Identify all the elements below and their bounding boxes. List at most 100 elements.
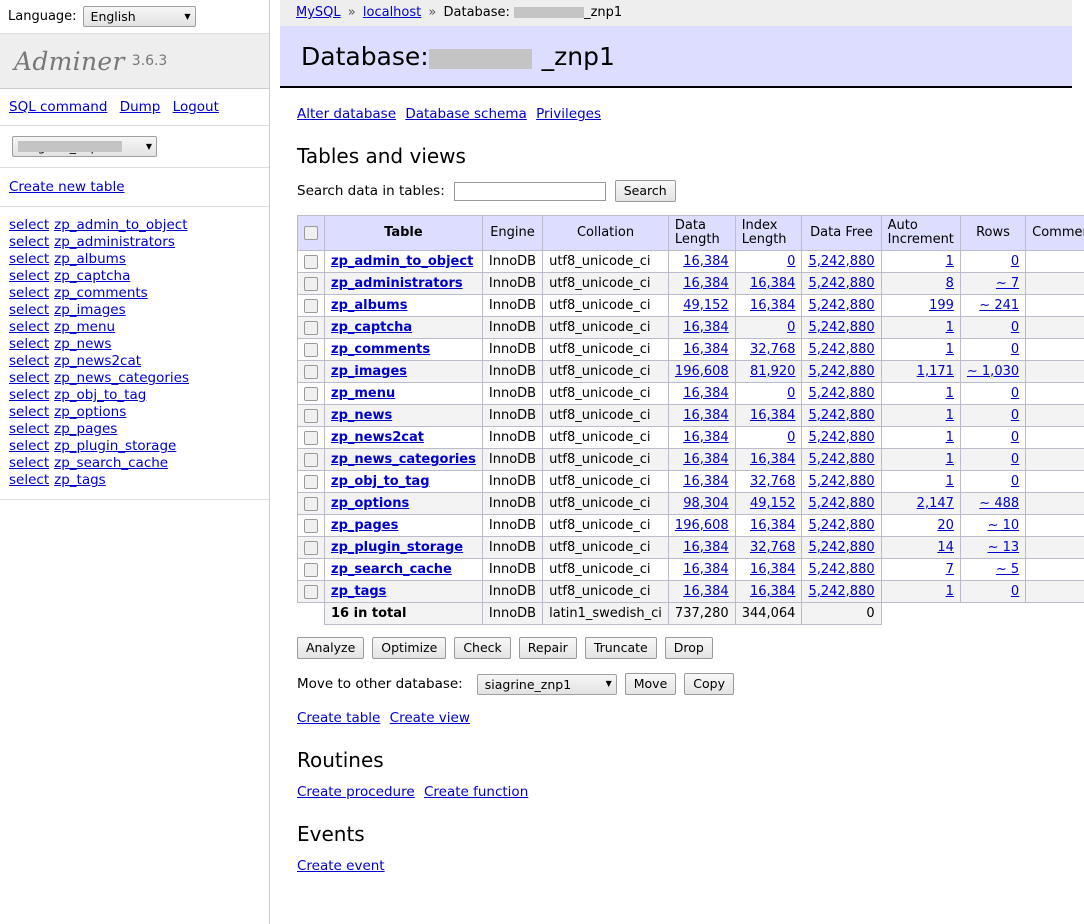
- row-checkbox[interactable]: [304, 540, 318, 555]
- table-name-link[interactable]: zp_obj_to_tag: [331, 474, 430, 489]
- sidebar-select-link[interactable]: select: [9, 438, 49, 454]
- table-data-free-link[interactable]: 5,242,880: [808, 298, 874, 313]
- table-rows-link[interactable]: ~ 488: [979, 496, 1019, 511]
- sidebar-table-link[interactable]: zp_comments: [54, 285, 148, 301]
- table-index-length-link[interactable]: 32,768: [750, 474, 796, 489]
- sidebar-table-link[interactable]: zp_menu: [54, 319, 115, 335]
- table-name-link[interactable]: zp_administrators: [331, 276, 463, 291]
- table-index-length-link[interactable]: 0: [787, 254, 795, 269]
- sidebar-select-link[interactable]: select: [9, 404, 49, 420]
- table-auto-increment-link[interactable]: 1: [946, 320, 954, 335]
- sidebar-table-link[interactable]: zp_search_cache: [54, 455, 168, 471]
- table-data-free-link[interactable]: 5,242,880: [808, 518, 874, 533]
- table-rows-link[interactable]: 0: [1011, 452, 1019, 467]
- table-name-link[interactable]: zp_captcha: [331, 320, 412, 335]
- table-name-link[interactable]: zp_tags: [331, 584, 386, 599]
- privileges-link[interactable]: Privileges: [536, 106, 601, 122]
- row-checkbox[interactable]: [304, 496, 318, 511]
- sidebar-table-link[interactable]: zp_tags: [54, 472, 106, 488]
- table-name-link[interactable]: zp_options: [331, 496, 409, 511]
- sidebar-select-link[interactable]: select: [9, 302, 49, 318]
- sidebar-select-link[interactable]: select: [9, 234, 49, 250]
- table-index-length-link[interactable]: 81,920: [750, 364, 796, 379]
- column-header-comment[interactable]: Comment: [1025, 215, 1084, 251]
- sidebar-select-link[interactable]: select: [9, 251, 49, 267]
- database-schema-link[interactable]: Database schema: [405, 106, 526, 122]
- create-view-link[interactable]: Create view: [390, 710, 470, 726]
- sidebar-select-link[interactable]: select: [9, 472, 49, 488]
- table-rows-link[interactable]: ~ 13: [988, 540, 1020, 555]
- row-checkbox[interactable]: [304, 276, 318, 291]
- table-auto-increment-link[interactable]: 8: [946, 276, 954, 291]
- sidebar-select-link[interactable]: select: [9, 268, 49, 284]
- table-data-free-link[interactable]: 5,242,880: [808, 452, 874, 467]
- table-data-length-link[interactable]: 16,384: [683, 320, 729, 335]
- table-data-free-link[interactable]: 5,242,880: [808, 430, 874, 445]
- table-rows-link[interactable]: 0: [1011, 320, 1019, 335]
- database-select[interactable]: siagrine_znp1 ▼: [12, 136, 157, 157]
- column-header-auto-increment[interactable]: Auto Increment: [880, 215, 961, 251]
- analyze-button[interactable]: Analyze: [297, 637, 365, 659]
- table-index-length-link[interactable]: 16,384: [750, 562, 796, 577]
- row-checkbox[interactable]: [304, 430, 318, 445]
- alter-database-link[interactable]: Alter database: [297, 106, 396, 122]
- table-data-length-link[interactable]: 196,608: [675, 364, 729, 379]
- sidebar-select-link[interactable]: select: [9, 319, 49, 335]
- table-auto-increment-link[interactable]: 1: [946, 584, 954, 599]
- table-data-free-link[interactable]: 5,242,880: [808, 254, 874, 269]
- table-rows-link[interactable]: ~ 7: [996, 276, 1019, 291]
- sidebar-select-link[interactable]: select: [9, 353, 49, 369]
- table-data-free-link[interactable]: 5,242,880: [808, 364, 874, 379]
- table-data-length-link[interactable]: 16,384: [683, 562, 729, 577]
- table-data-free-link[interactable]: 5,242,880: [808, 276, 874, 291]
- row-checkbox[interactable]: [304, 342, 318, 357]
- sidebar-select-link[interactable]: select: [9, 387, 49, 403]
- table-data-free-link[interactable]: 5,242,880: [808, 320, 874, 335]
- table-auto-increment-link[interactable]: 1: [946, 474, 954, 489]
- table-data-length-link[interactable]: 16,384: [683, 540, 729, 555]
- table-rows-link[interactable]: 0: [1011, 474, 1019, 489]
- sidebar-table-link[interactable]: zp_albums: [54, 251, 126, 267]
- sidebar-table-link[interactable]: zp_administrators: [54, 234, 175, 250]
- column-header-data-length[interactable]: Data Length: [667, 215, 736, 251]
- table-name-link[interactable]: zp_plugin_storage: [331, 540, 463, 555]
- table-data-length-link[interactable]: 16,384: [683, 408, 729, 423]
- column-header-index-length[interactable]: Index Length: [734, 215, 803, 251]
- table-name-link[interactable]: zp_admin_to_object: [331, 254, 473, 269]
- sidebar-table-link[interactable]: zp_news_categories: [54, 370, 189, 386]
- sidebar-table-link[interactable]: zp_images: [54, 302, 126, 318]
- table-data-length-link[interactable]: 16,384: [683, 276, 729, 291]
- table-data-length-link[interactable]: 16,384: [683, 430, 729, 445]
- table-rows-link[interactable]: 0: [1011, 342, 1019, 357]
- table-name-link[interactable]: zp_comments: [331, 342, 430, 357]
- table-rows-link[interactable]: ~ 1,030: [967, 364, 1019, 379]
- row-checkbox[interactable]: [304, 364, 318, 379]
- table-auto-increment-link[interactable]: 1: [946, 452, 954, 467]
- table-auto-increment-link[interactable]: 1,171: [917, 364, 954, 379]
- create-function-link[interactable]: Create function: [424, 784, 528, 800]
- create-event-link[interactable]: Create event: [297, 858, 385, 874]
- truncate-button[interactable]: Truncate: [584, 637, 657, 659]
- search-button[interactable]: Search: [614, 180, 676, 202]
- column-header-table[interactable]: Table: [324, 215, 483, 251]
- row-checkbox[interactable]: [304, 518, 318, 533]
- breadcrumb-server-link[interactable]: MySQL: [296, 5, 341, 20]
- select-all-checkbox[interactable]: [304, 225, 318, 240]
- table-data-length-link[interactable]: 16,384: [683, 474, 729, 489]
- table-name-link[interactable]: zp_news: [331, 408, 392, 423]
- table-rows-link[interactable]: ~ 10: [988, 518, 1020, 533]
- table-index-length-link[interactable]: 16,384: [750, 518, 796, 533]
- row-checkbox[interactable]: [304, 408, 318, 423]
- optimize-button[interactable]: Optimize: [372, 637, 447, 659]
- search-input[interactable]: [453, 181, 606, 201]
- table-data-free-link[interactable]: 5,242,880: [808, 474, 874, 489]
- sidebar-table-link[interactable]: zp_news2cat: [54, 353, 141, 369]
- table-rows-link[interactable]: 0: [1011, 584, 1019, 599]
- table-data-free-link[interactable]: 5,242,880: [808, 386, 874, 401]
- table-auto-increment-link[interactable]: 2,147: [917, 496, 954, 511]
- table-rows-link[interactable]: ~ 241: [979, 298, 1019, 313]
- sidebar-table-link[interactable]: zp_options: [54, 404, 126, 420]
- table-name-link[interactable]: zp_albums: [331, 298, 407, 313]
- table-auto-increment-link[interactable]: 199: [929, 298, 954, 313]
- table-name-link[interactable]: zp_pages: [331, 518, 398, 533]
